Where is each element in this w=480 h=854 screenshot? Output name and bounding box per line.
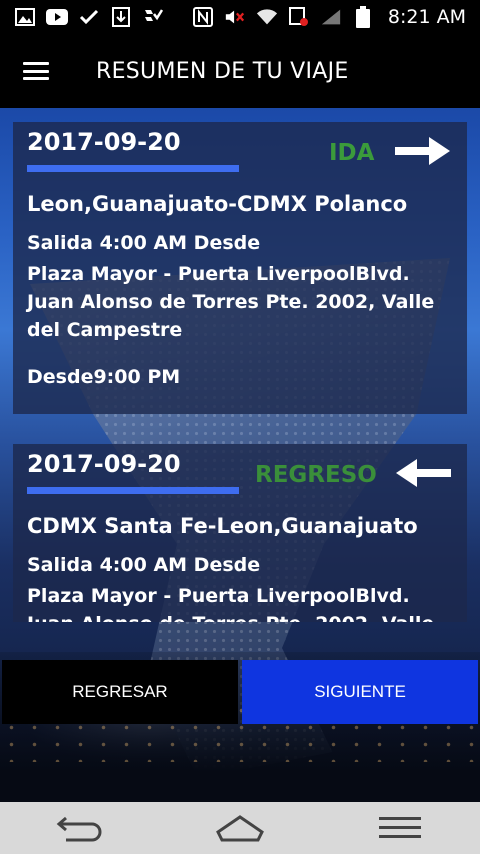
trip-card-regreso[interactable]: 2017-09-20 REGRESO CDMX Santa Fe-Leon,Gu… — [13, 444, 467, 622]
trip-departure: Salida 4:00 AM Desde — [27, 554, 261, 576]
image-icon — [14, 7, 36, 27]
arrow-right-icon — [395, 137, 450, 165]
trip-time-from: Desde9:00 PM — [27, 366, 181, 388]
app-bar: RESUMEN DE TU VIAJE — [0, 34, 480, 108]
notification-icons — [14, 7, 164, 27]
direction-label: IDA — [329, 140, 375, 166]
trip-list[interactable]: 2017-09-20 IDA Leon,Guanajuato-CDMX Pola… — [0, 108, 480, 622]
menu-icon — [379, 817, 421, 838]
data-off-icon — [288, 7, 310, 27]
signal-icon — [320, 7, 342, 27]
youtube-icon — [46, 7, 68, 27]
system-icons: 8:21 AM — [192, 6, 466, 28]
siguiente-button[interactable]: SIGUIENTE — [242, 660, 478, 724]
trip-card-ida[interactable]: 2017-09-20 IDA Leon,Guanajuato-CDMX Pola… — [13, 122, 467, 414]
date-underline — [27, 165, 239, 172]
trip-date: 2017-09-20 — [27, 128, 181, 156]
back-icon — [56, 816, 102, 842]
regresar-button[interactable]: REGRESAR — [2, 660, 238, 724]
home-icon — [216, 815, 264, 842]
battery-icon — [352, 6, 374, 28]
page-title: RESUMEN DE TU VIAJE — [96, 58, 349, 84]
nav-back-button[interactable] — [45, 808, 115, 848]
wifi-icon — [256, 7, 278, 27]
date-underline — [27, 487, 239, 494]
trip-date: 2017-09-20 — [27, 450, 181, 478]
trip-route: CDMX Santa Fe-Leon,Guanajuato — [27, 514, 418, 538]
nfc-icon — [192, 7, 214, 27]
task-icon — [142, 7, 164, 27]
direction-label: REGRESO — [255, 462, 377, 488]
download-icon — [110, 7, 132, 27]
trip-address: Plaza Mayor - Puerta LiverpoolBlvd. Juan… — [27, 585, 434, 622]
system-nav-bar — [0, 802, 480, 854]
arrow-left-icon — [396, 459, 451, 487]
hamburger-menu-button[interactable] — [0, 34, 72, 108]
trip-address: Plaza Mayor - Puerta LiverpoolBlvd. Juan… — [27, 263, 435, 341]
trip-departure: Salida 4:00 AM Desde — [27, 232, 261, 254]
trip-route: Leon,Guanajuato-CDMX Polanco — [27, 192, 408, 216]
hamburger-menu-icon — [23, 62, 49, 80]
status-time: 8:21 AM — [387, 6, 466, 28]
status-bar: 8:21 AM — [0, 0, 480, 34]
mute-icon — [224, 7, 246, 27]
nav-home-button[interactable] — [205, 808, 275, 848]
nav-menu-button[interactable] — [365, 808, 435, 848]
check-icon — [78, 7, 100, 27]
